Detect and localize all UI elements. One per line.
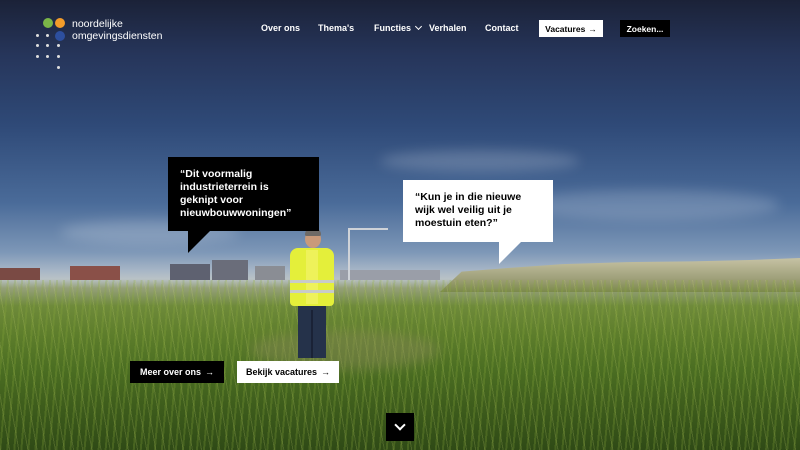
meer-over-ons-button[interactable]: Meer over ons → xyxy=(130,361,224,383)
vacatures-button[interactable]: Vacatures → xyxy=(539,20,603,37)
arrow-right-icon: → xyxy=(321,367,331,377)
nav-item-verhalen[interactable]: Verhalen xyxy=(429,22,467,34)
vacatures-label: Vacatures xyxy=(545,23,586,34)
search-button[interactable]: Zoeken... xyxy=(620,20,670,37)
bekijk-vacatures-label: Bekijk vacatures xyxy=(245,367,318,377)
chevron-down-icon xyxy=(414,22,423,31)
arrow-right-icon: → xyxy=(588,23,597,34)
nav-item-functies[interactable]: Functies xyxy=(374,22,423,34)
quote-bubble-right: “Kun je in die nieuwe wijk wel veilig ui… xyxy=(403,180,553,264)
arrow-right-icon: → xyxy=(205,367,215,377)
meer-over-ons-label: Meer over ons xyxy=(139,367,202,377)
nav-item-functies-label: Functies xyxy=(374,23,412,33)
cloud xyxy=(520,190,780,220)
scroll-down-button[interactable] xyxy=(386,413,414,441)
skyline-buildings xyxy=(0,228,450,280)
nav-item-contact[interactable]: Contact xyxy=(485,22,519,34)
nav-item-themas[interactable]: Thema's xyxy=(318,22,354,34)
quote-right-text: “Kun je in die nieuwe wijk wel veilig ui… xyxy=(415,191,522,229)
quote-left-text: “Dit voormalig industrieterrein is gekni… xyxy=(180,168,292,219)
nav-item-over-ons[interactable]: Over ons xyxy=(261,22,300,34)
quote-bubble-left: “Dit voormalig industrieterrein is gekni… xyxy=(168,157,319,253)
search-label: Zoeken... xyxy=(626,23,664,34)
person-hi-vis xyxy=(286,228,338,360)
main-nav: Over ons Thema's Functies Verhalen Conta… xyxy=(0,22,800,38)
bekijk-vacatures-button[interactable]: Bekijk vacatures → xyxy=(237,361,339,383)
cloud xyxy=(380,150,580,172)
chevron-down-icon xyxy=(394,419,406,431)
